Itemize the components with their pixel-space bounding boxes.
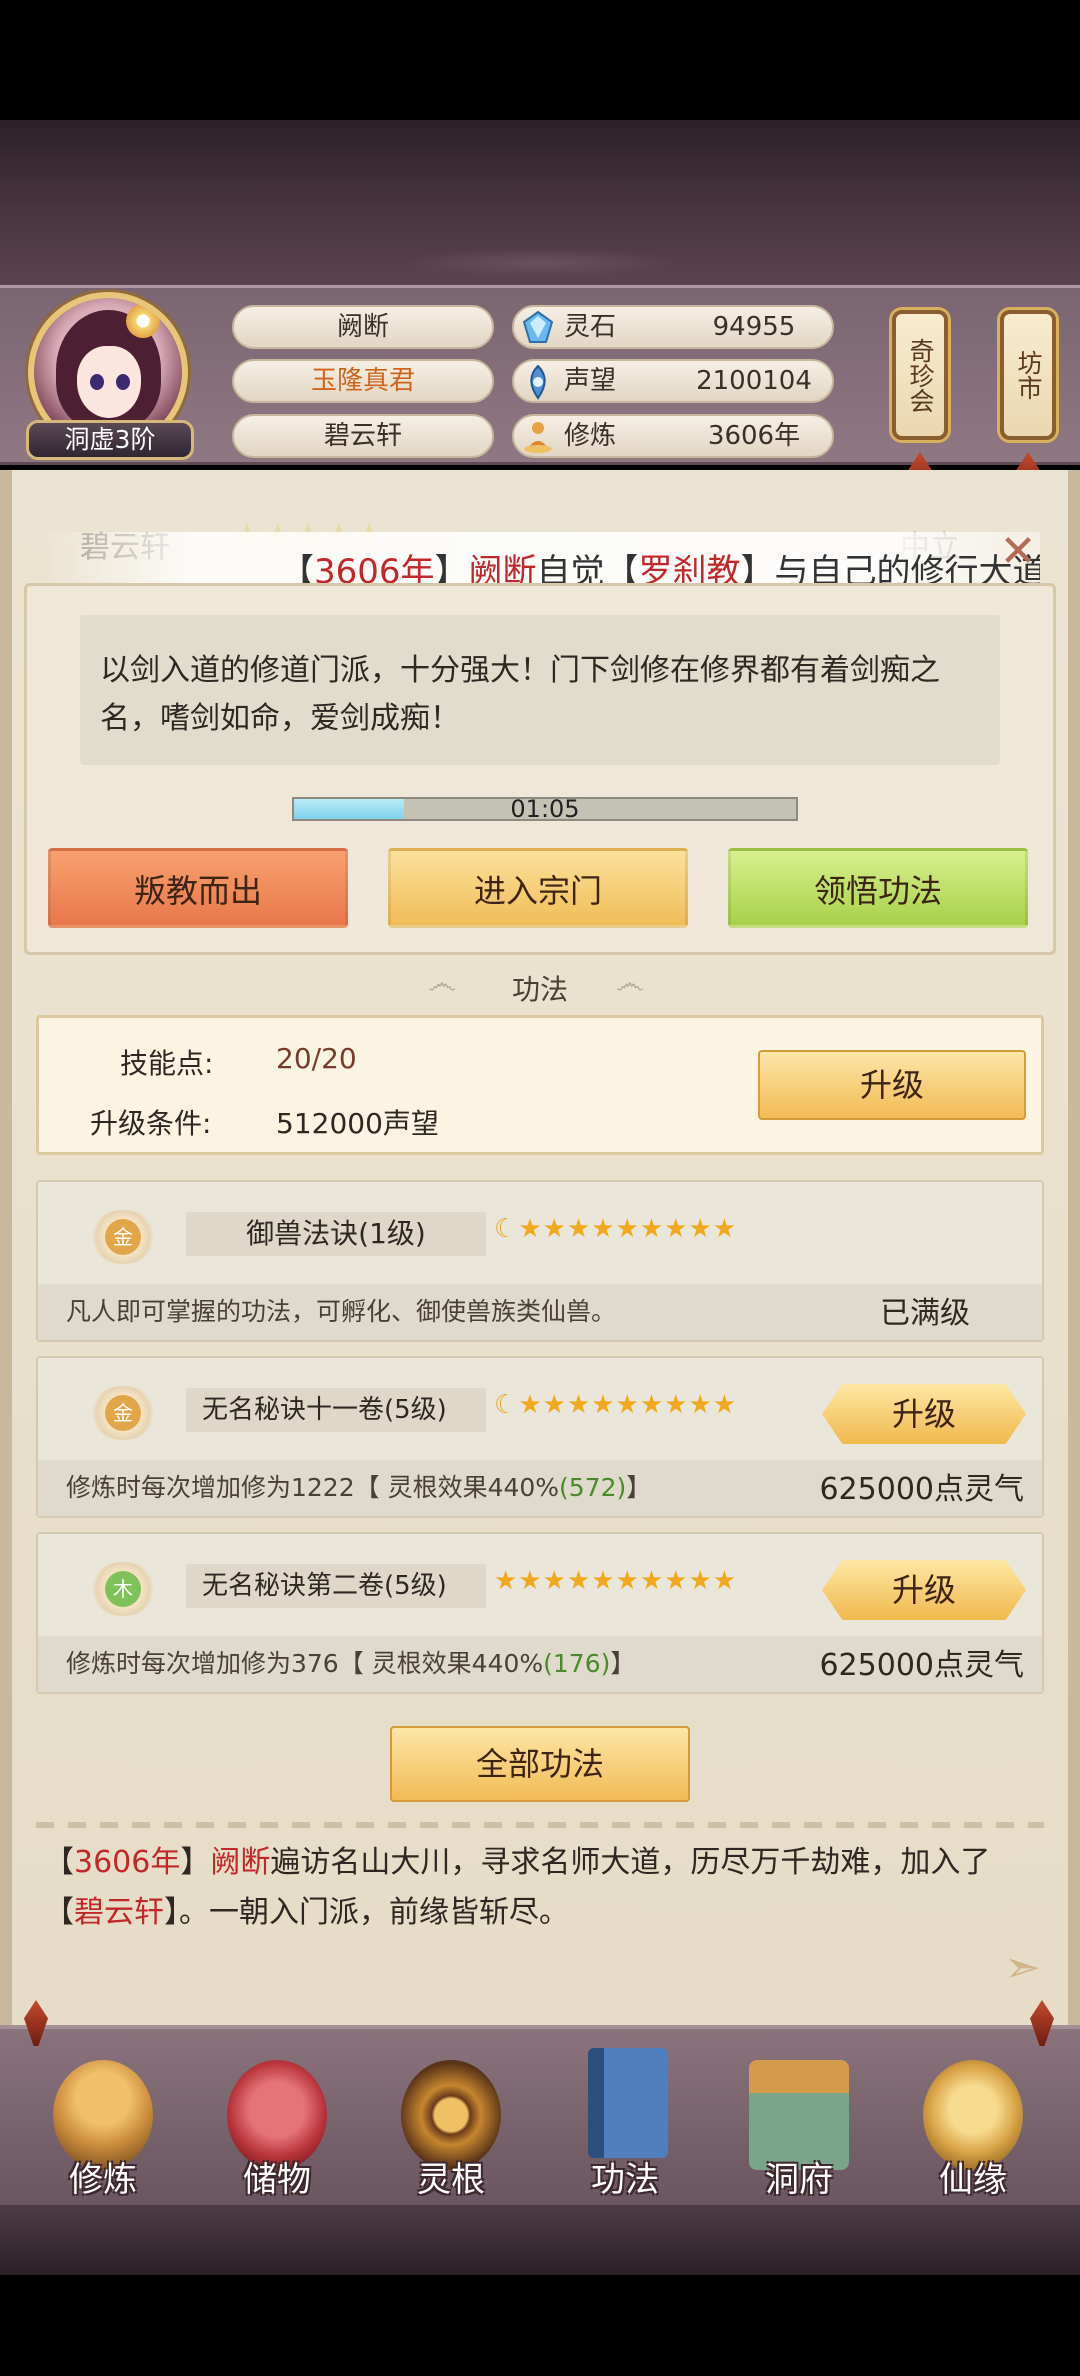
technique-cost: 625000点灵气 [819, 1648, 1024, 1683]
nav-fate[interactable]: 仙缘 [898, 2040, 1048, 2210]
moon-icon: ☾ [494, 1214, 519, 1244]
lantern-market[interactable]: 坊市 [1000, 310, 1056, 440]
technique-upgrade-button[interactable]: 升级 [822, 1560, 1026, 1620]
technique-name: 无名秘诀第二卷(5级) [186, 1564, 486, 1608]
stat-value: 94955 [712, 312, 796, 342]
technique-description: 修炼时每次增加修为1222【 灵根效果440%(572)】 [66, 1473, 652, 1502]
nav-label: 洞府 [765, 2160, 833, 2200]
technique-card: 金 无名秘诀十一卷(5级) ☾★★★★★★★★★ 升级 修炼时每次增加修为122… [36, 1356, 1044, 1518]
hair-flower-icon [126, 304, 160, 338]
stat-value: 3606年 [707, 421, 801, 451]
top-ornament [400, 248, 680, 278]
upgrade-condition-value: 512000声望 [276, 1107, 439, 1140]
element-icon: 木 [105, 1571, 141, 1607]
rank-plate: 洞虚3阶 [26, 420, 194, 460]
stat-reputation: 声望 2100104 [512, 359, 834, 403]
nav-label: 仙缘 [939, 2160, 1007, 2200]
player-title: 玉隆真君 [232, 359, 494, 403]
learn-technique-button[interactable]: 领悟功法 [728, 848, 1028, 928]
next-arrow-icon[interactable]: ➣ [1004, 1942, 1054, 1993]
player-sect: 碧云轩 [232, 414, 494, 458]
stat-cultivation: 修炼 3606年 [512, 414, 834, 458]
story-text: 【3606年】阙断遍访名山大川，寻求名师大道，历尽万千劫难，加入了【碧云轩】。一… [44, 1845, 991, 1930]
nav-label: 功法 [591, 2160, 659, 2200]
technique-name: 无名秘诀十一卷(5级) [186, 1388, 486, 1432]
upgrade-skill-button[interactable]: 升级 [758, 1050, 1026, 1120]
technique-stars: ★★★★★★★★★★ [494, 1566, 738, 1596]
stat-label: 修炼 [564, 421, 617, 451]
timer-text: 01:05 [510, 795, 580, 823]
moon-icon: ☾ [494, 1390, 519, 1420]
cultivation-icon [524, 422, 552, 453]
technique-stars: ☾★★★★★★★★★ [494, 1390, 738, 1420]
skill-points-value: 20/20 [276, 1042, 357, 1075]
technique-card: 金 御兽法诀(1级) ☾★★★★★★★★★ 凡人即可掌握的功法，可孵化、御使兽族… [36, 1180, 1044, 1342]
nav-label: 修炼 [69, 2160, 137, 2200]
section-title: 功法 [511, 973, 568, 1006]
technique-status: 已满级 [880, 1296, 970, 1331]
spirit-stone-icon [522, 310, 554, 343]
technique-description: 凡人即可掌握的功法，可孵化、御使兽族类仙兽。 [66, 1297, 617, 1326]
stat-value: 2100104 [696, 366, 812, 396]
betray-button[interactable]: 叛教而出 [48, 848, 348, 928]
ornament-divider [36, 1822, 1044, 1828]
nav-storage[interactable]: 储物 [202, 2040, 352, 2210]
timer-bar: 01:05 [292, 797, 798, 821]
nav-cave[interactable]: 洞府 [724, 2040, 874, 2210]
sect-description: 以剑入道的修道门派，十分强大！门下剑修在修界都有着剑痴之名，嗜剑如命，爱剑成痴！ [80, 615, 1000, 765]
technique-upgrade-button[interactable]: 升级 [822, 1384, 1026, 1444]
reputation-icon [530, 364, 546, 400]
stat-label: 灵石 [564, 312, 617, 342]
bottom-background [0, 2205, 1080, 2275]
technique-description: 修炼时每次增加修为376【 灵根效果440%(176)】 [66, 1649, 636, 1678]
skill-book-icon [588, 2048, 668, 2158]
all-techniques-button[interactable]: 全部功法 [390, 1726, 690, 1802]
nav-spirit-root[interactable]: 灵根 [376, 2040, 526, 2210]
player-name: 阙断 [232, 305, 494, 349]
element-icon: 金 [105, 1219, 141, 1255]
technique-name: 御兽法诀(1级) [186, 1212, 486, 1256]
element-icon: 金 [105, 1395, 141, 1431]
skill-points-label: 技能点: [120, 1047, 214, 1080]
close-icon[interactable]: ✕ [994, 528, 1042, 576]
nav-cultivate[interactable]: 修炼 [28, 2040, 178, 2210]
upgrade-condition-label: 升级条件: [90, 1107, 212, 1140]
technique-card: 木 无名秘诀第二卷(5级) ★★★★★★★★★★ 升级 修炼时每次增加修为376… [36, 1532, 1044, 1694]
technique-stars: ☾★★★★★★★★★ [494, 1214, 738, 1244]
nav-label: 灵根 [417, 2160, 485, 2200]
technique-cost: 625000点灵气 [819, 1472, 1024, 1507]
enter-sect-button[interactable]: 进入宗门 [388, 848, 688, 928]
stat-spirit-stone: 灵石 94955 [512, 305, 834, 349]
stat-label: 声望 [564, 366, 617, 396]
nav-techniques[interactable]: 功法 [550, 2040, 700, 2210]
nav-label: 储物 [243, 2160, 311, 2200]
swirl-right-icon: ෴ [616, 966, 645, 1001]
lantern-treasure-fair[interactable]: 奇珍会 [892, 310, 948, 440]
